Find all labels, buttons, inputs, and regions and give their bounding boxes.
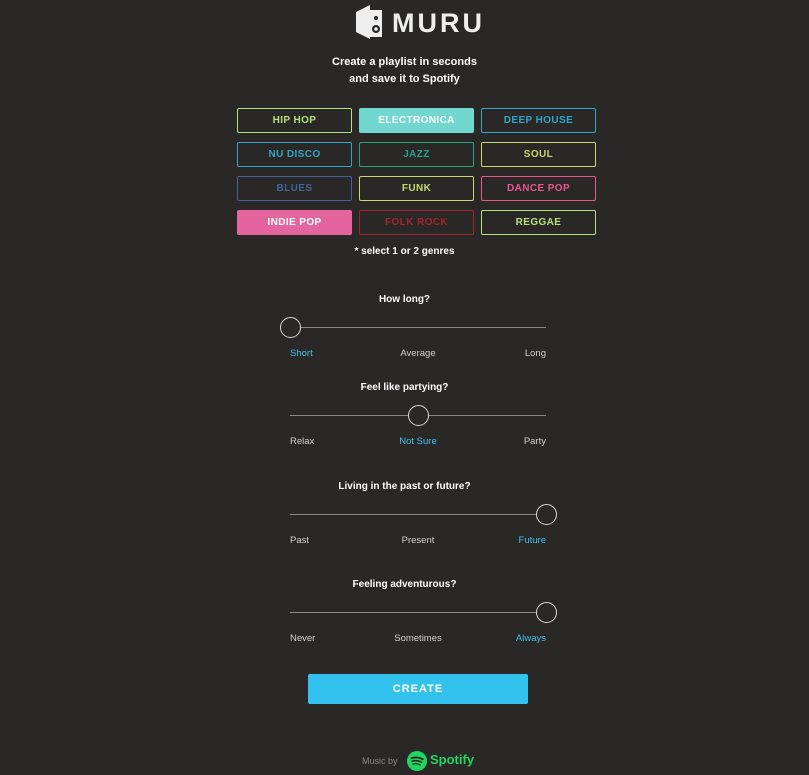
spotify-logo-icon <box>407 751 427 771</box>
slider-track[interactable] <box>290 514 546 515</box>
tagline-line-2: and save it to Spotify <box>349 73 460 85</box>
genre-button-dance-pop[interactable]: DANCE POP <box>481 176 596 201</box>
slider-option-long[interactable]: Long <box>525 348 546 359</box>
question-title-how-long: How long? <box>378 294 431 305</box>
question-title-feel-like-partying: Feel like partying? <box>360 382 449 393</box>
spotify-wordmark: Spotify <box>430 752 475 767</box>
slider-option-relax[interactable]: Relax <box>290 436 314 447</box>
genre-button-reggae[interactable]: REGGAE <box>481 210 596 235</box>
slider-option-sometimes[interactable]: Sometimes <box>368 633 468 644</box>
header: MURU <box>0 4 809 40</box>
slider-option-short[interactable]: Short <box>290 348 313 359</box>
genre-button-blues[interactable]: BLUES <box>237 176 352 201</box>
question-title-feeling-adventurous: Feeling adventurous? <box>352 579 457 590</box>
create-button[interactable]: CREATE <box>308 674 528 704</box>
genre-button-funk[interactable]: FUNK <box>359 176 474 201</box>
brand-name: MURU <box>392 8 485 38</box>
music-by-label: Music by <box>362 756 398 766</box>
genre-button-jazz[interactable]: JAZZ <box>359 142 474 167</box>
slider-thumb[interactable] <box>280 317 301 338</box>
genre-button-hip-hop[interactable]: HIP HOP <box>237 108 352 133</box>
genre-button-deep-house[interactable]: DEEP HOUSE <box>481 108 596 133</box>
question-title-living-in-the-past-or-future: Living in the past or future? <box>338 481 471 492</box>
slider-option-present[interactable]: Present <box>368 535 468 546</box>
genre-button-folk-rock[interactable]: FOLK ROCK <box>359 210 474 235</box>
muru-logo-icon <box>356 5 382 39</box>
tagline-line-1: Create a playlist in seconds <box>332 56 477 68</box>
slider-option-past[interactable]: Past <box>290 535 309 546</box>
slider-track[interactable] <box>290 612 546 613</box>
slider-option-not-sure[interactable]: Not Sure <box>368 436 468 447</box>
tagline: Create a playlist in seconds and save it… <box>0 54 809 88</box>
slider-track[interactable] <box>290 327 546 328</box>
slider-option-never[interactable]: Never <box>290 633 315 644</box>
genre-button-soul[interactable]: SOUL <box>481 142 596 167</box>
slider-thumb[interactable] <box>536 602 557 623</box>
genre-button-indie-pop[interactable]: INDIE POP <box>237 210 352 235</box>
genre-hint: * select 1 or 2 genres <box>354 246 455 257</box>
slider-option-average[interactable]: Average <box>368 348 468 359</box>
slider-option-party[interactable]: Party <box>524 436 546 447</box>
slider-thumb[interactable] <box>536 504 557 525</box>
slider-thumb[interactable] <box>408 405 429 426</box>
genre-button-nu-disco[interactable]: NU DISCO <box>237 142 352 167</box>
slider-option-future[interactable]: Future <box>519 535 546 546</box>
slider-option-always[interactable]: Always <box>516 633 546 644</box>
genre-button-electronica[interactable]: ELECTRONICA <box>359 108 474 133</box>
